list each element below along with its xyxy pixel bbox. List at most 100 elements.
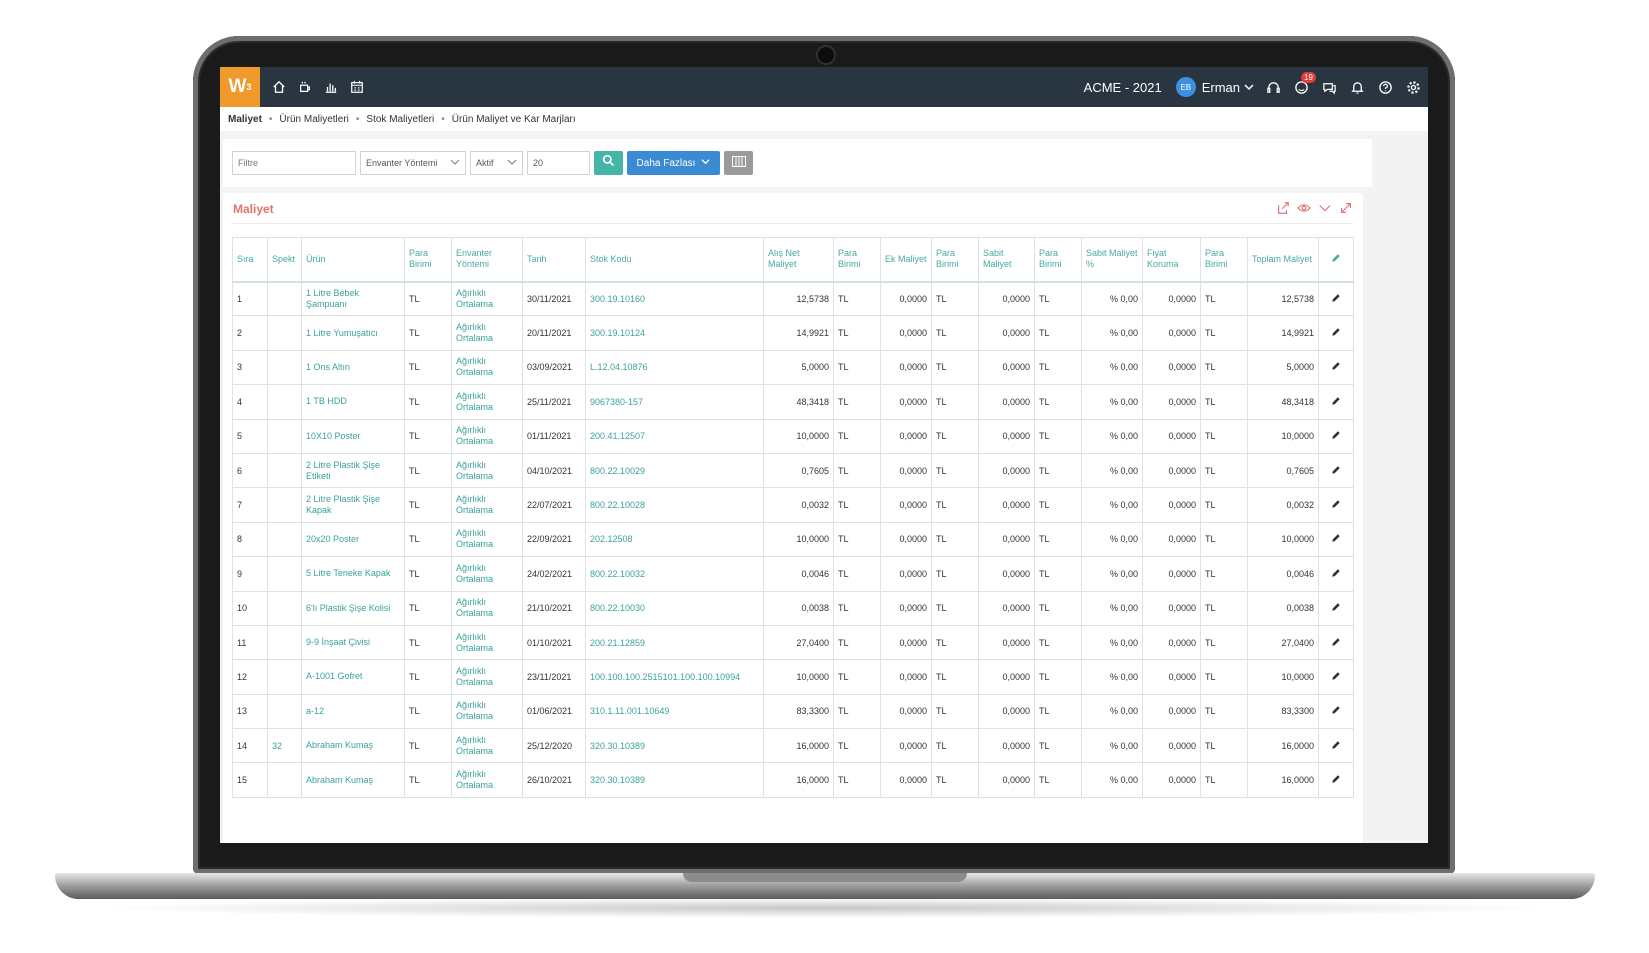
- table-cell-link[interactable]: 2 Litre Plastik Şişe Etiketi: [301, 452, 405, 489]
- column-header[interactable]: Envanter Yöntemi: [451, 237, 523, 283]
- edit-button[interactable]: [1318, 280, 1354, 317]
- table-cell-link[interactable]: 202.12508: [585, 521, 764, 558]
- bell-icon[interactable]: [1348, 78, 1366, 96]
- table-cell-link[interactable]: 5 Litre Teneke Kapak: [301, 556, 405, 592]
- edit-button[interactable]: [1318, 315, 1354, 351]
- table-cell[interactable]: 32: [267, 728, 302, 764]
- edit-button[interactable]: [1318, 590, 1354, 626]
- page-size-input[interactable]: 20: [527, 151, 590, 175]
- breadcrumb-maliyet[interactable]: Maliyet: [228, 114, 262, 125]
- table-cell-link[interactable]: 800.22.10030: [585, 590, 764, 626]
- breadcrumb-stock-costs[interactable]: Stok Maliyetleri: [366, 114, 434, 125]
- edit-button[interactable]: [1318, 659, 1354, 695]
- edit-button[interactable]: [1318, 556, 1354, 592]
- table-cell-link[interactable]: Ağırlıklı Ortalama: [451, 418, 523, 454]
- table-cell-link[interactable]: 310.1.11.001.10649: [585, 693, 764, 730]
- status-select[interactable]: Aktif: [470, 151, 523, 175]
- table-row[interactable]: 13 a-12 TL Ağırlıklı Ortalama 01/06/2021 310.…: [232, 693, 1354, 730]
- table-cell-link[interactable]: Ağırlıklı Ortalama: [451, 556, 523, 592]
- table-cell-link[interactable]: 1 TB HDD: [301, 384, 405, 420]
- export-icon[interactable]: [1276, 201, 1290, 220]
- table-cell[interactable]: [267, 590, 302, 626]
- table-cell-link[interactable]: Ağırlıklı Ortalama: [451, 521, 523, 558]
- bar-chart-icon[interactable]: [322, 78, 340, 96]
- column-header[interactable]: Toplam Maliyet: [1247, 237, 1319, 283]
- table-cell-link[interactable]: 9067380-157: [585, 384, 764, 420]
- edit-button[interactable]: [1318, 728, 1354, 764]
- edit-button[interactable]: [1318, 349, 1354, 386]
- table-cell[interactable]: [267, 762, 302, 798]
- company-selector[interactable]: ACME - 2021: [1084, 80, 1162, 95]
- gear-icon[interactable]: [1404, 78, 1422, 96]
- column-header[interactable]: Ek Maliyet: [880, 237, 932, 283]
- table-row[interactable]: 11 9-9 İnşaat Çivisi TL Ağırlıklı Ortalama 0…: [232, 624, 1354, 661]
- table-row[interactable]: 95 Litre Teneke Kapak TL Ağırlıklı Ortalam…: [232, 556, 1354, 592]
- table-cell-link[interactable]: Ağırlıklı Ortalama: [451, 762, 523, 798]
- table-row[interactable]: 41 TB HDD TL Ağırlıklı Ortalama 25/11/2021 9…: [232, 384, 1354, 420]
- column-header[interactable]: Sabit Maliyet: [978, 237, 1035, 283]
- column-header[interactable]: Sabit Maliyet %: [1081, 237, 1143, 283]
- column-header[interactable]: Alış Net Maliyet: [763, 237, 834, 283]
- collapse-chevron-icon[interactable]: [1318, 201, 1332, 220]
- table-cell[interactable]: [267, 659, 302, 695]
- breadcrumb-product-costs[interactable]: Ürün Maliyetleri: [279, 114, 348, 125]
- column-header[interactable]: Sıra: [232, 237, 268, 283]
- table-cell-link[interactable]: Ağırlıklı Ortalama: [451, 590, 523, 626]
- table-cell-link[interactable]: Abraham Kumaş: [301, 762, 405, 798]
- headset-icon[interactable]: [1264, 78, 1282, 96]
- table-cell-link[interactable]: 10X10 Poster: [301, 418, 405, 454]
- user-name[interactable]: Erman: [1202, 80, 1240, 95]
- table-cell-link[interactable]: 200.41.12507: [585, 418, 764, 454]
- table-cell-link[interactable]: Ağırlıklı Ortalama: [451, 487, 523, 523]
- table-cell-link[interactable]: A-1001 Gofret: [301, 659, 405, 695]
- expand-icon[interactable]: [1339, 201, 1353, 220]
- breadcrumb-cost-margins[interactable]: Ürün Maliyet ve Kar Marjları: [452, 114, 576, 125]
- table-cell[interactable]: [267, 693, 302, 730]
- table-cell-link[interactable]: 200.21.12859: [585, 624, 764, 661]
- table-row[interactable]: 15 Abraham Kumaş TL Ağırlıklı Ortalama 26/10…: [232, 762, 1354, 798]
- edit-column-header[interactable]: [1318, 237, 1354, 283]
- table-row[interactable]: 14 32 Abraham Kumaş TL Ağırlıklı Ortalama 25/…: [232, 728, 1354, 764]
- more-button[interactable]: Daha Fazlası: [627, 151, 720, 175]
- user-avatar[interactable]: EB: [1175, 77, 1196, 97]
- table-cell-link[interactable]: a-12: [301, 693, 405, 730]
- table-cell-link[interactable]: Ağırlıklı Ortalama: [451, 659, 523, 695]
- table-cell-link[interactable]: 320.30.10389: [585, 728, 764, 764]
- table-cell[interactable]: [267, 556, 302, 592]
- inventory-method-select[interactable]: Envanter Yöntemi: [360, 151, 466, 175]
- coffee-cup-icon[interactable]: [296, 78, 314, 96]
- search-button[interactable]: [594, 151, 623, 175]
- app-logo[interactable]: W3: [220, 67, 260, 107]
- edit-button[interactable]: [1318, 384, 1354, 420]
- table-cell-link[interactable]: L.12.04.10876: [585, 349, 764, 386]
- edit-button[interactable]: [1318, 693, 1354, 730]
- table-cell-link[interactable]: Ağırlıklı Ortalama: [451, 624, 523, 661]
- table-cell[interactable]: [267, 521, 302, 558]
- column-header[interactable]: Para Birimi: [1034, 237, 1082, 283]
- table-cell[interactable]: [267, 487, 302, 523]
- table-cell-link[interactable]: 1 Litre Bebek Şampuanı: [301, 280, 405, 317]
- table-row[interactable]: 72 Litre Plastik Şişe Kapak TL Ağırlıklı O…: [232, 487, 1354, 523]
- column-header[interactable]: Para Birimi: [833, 237, 881, 283]
- eye-icon[interactable]: [1297, 201, 1311, 220]
- table-cell-link[interactable]: Ağırlıklı Ortalama: [451, 452, 523, 489]
- table-cell[interactable]: [267, 280, 302, 317]
- chevron-down-icon[interactable]: [1244, 80, 1254, 95]
- table-cell-link[interactable]: Ağırlıklı Ortalama: [451, 693, 523, 730]
- column-header[interactable]: Spekt: [267, 237, 302, 283]
- column-header[interactable]: Ürün: [301, 237, 405, 283]
- chat-icon[interactable]: [1320, 78, 1338, 96]
- column-header[interactable]: Para Birimi: [404, 237, 452, 283]
- table-cell-link[interactable]: 800.22.10029: [585, 452, 764, 489]
- table-cell-link[interactable]: 800.22.10028: [585, 487, 764, 523]
- table-cell-link[interactable]: Abraham Kumaş: [301, 728, 405, 764]
- help-icon[interactable]: [1376, 78, 1394, 96]
- table-cell-link[interactable]: 800.22.10032: [585, 556, 764, 592]
- table-cell[interactable]: [267, 349, 302, 386]
- edit-button[interactable]: [1318, 762, 1354, 798]
- home-icon[interactable]: [270, 78, 288, 96]
- table-row[interactable]: 10 6'lı Plastik Şişe Kolisi TL Ağırlıklı Or…: [232, 590, 1354, 626]
- table-cell-link[interactable]: 1 Litre Yumuşatıcı: [301, 315, 405, 351]
- table-cell-link[interactable]: 9-9 İnşaat Çivisi: [301, 624, 405, 661]
- column-header[interactable]: Para Birimi: [1200, 237, 1248, 283]
